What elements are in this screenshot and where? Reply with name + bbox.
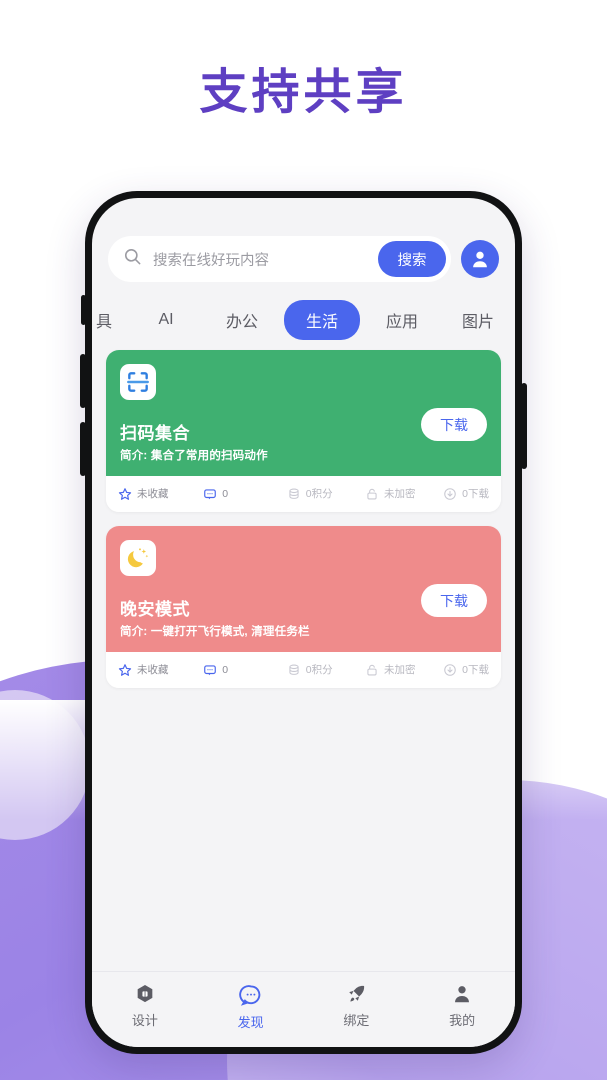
download-button[interactable]: 下载 [421, 408, 487, 441]
bottom-navigation: 设计 发现 绑定 我的 [92, 971, 515, 1047]
nav-item-discover[interactable]: 发现 [198, 983, 304, 1031]
search-input-placeholder[interactable]: 搜索在线好玩内容 [153, 249, 367, 270]
phone-screen: 搜索在线好玩内容 搜索 具 AI 办公 生活 应用 图片 扫码集合 简介: 集合… [92, 198, 515, 1047]
phone-mute-switch [81, 295, 86, 325]
nav-label-bind: 绑定 [343, 1013, 370, 1028]
stat-comments-label: 0 [222, 663, 229, 676]
download-icon [444, 663, 456, 676]
nav-item-bind[interactable]: 绑定 [304, 983, 410, 1029]
nav-item-design[interactable]: 设计 [92, 983, 198, 1029]
app-card-description: 简介: 集合了常用的扫码动作 [120, 450, 268, 462]
tab-office[interactable]: 办公 [204, 300, 280, 340]
phone-power-button [521, 383, 527, 469]
stat-downloads-label: 0下载 [462, 488, 489, 500]
stat-favorite[interactable]: 未收藏 [118, 486, 203, 501]
person-mine-icon [455, 986, 470, 1003]
stat-points: 0积分 [287, 662, 365, 677]
phone-volume-down-button [80, 422, 86, 476]
avatar[interactable] [461, 240, 499, 278]
app-card-stats: 未收藏 0 0积分 未加密 0下载 [106, 652, 501, 688]
search-bar: 搜索在线好玩内容 搜索 [92, 236, 515, 282]
qr-scan-icon [120, 364, 156, 400]
tab-life[interactable]: 生活 [284, 300, 361, 340]
database-icon [289, 664, 299, 675]
stat-downloads: 0下载 [443, 486, 489, 501]
stat-points: 0积分 [287, 486, 365, 501]
nav-item-mine[interactable]: 我的 [409, 983, 515, 1029]
tab-tools[interactable]: 具 [92, 300, 128, 340]
app-card-header: 晚安模式 简介: 一键打开飞行模式, 清理任务栏 下载 [106, 526, 501, 652]
stat-favorite-label: 未收藏 [137, 664, 169, 676]
stat-favorite-label: 未收藏 [137, 488, 169, 500]
rocket-bind-icon [349, 985, 365, 1002]
stat-downloads-label: 0下载 [462, 664, 489, 676]
lock-icon [367, 664, 377, 675]
hexagon-design-icon [137, 985, 153, 1003]
app-card-stats: 未收藏 0 0积分 未加密 0下载 [106, 476, 501, 512]
stat-comments[interactable]: 0 [203, 663, 287, 677]
tab-ai[interactable]: AI [128, 303, 204, 337]
star-icon [118, 663, 132, 676]
stat-comments-label: 0 [222, 487, 229, 500]
nav-label-design: 设计 [131, 1013, 158, 1028]
app-card-description: 简介: 一键打开飞行模式, 清理任务栏 [120, 626, 310, 638]
stat-encryption: 未加密 [365, 486, 443, 501]
stat-comments[interactable]: 0 [203, 487, 287, 501]
tab-images[interactable]: 图片 [440, 300, 515, 340]
stat-encryption: 未加密 [365, 662, 443, 677]
database-icon [289, 488, 299, 499]
user-avatar-icon [473, 251, 487, 268]
card-list: 扫码集合 简介: 集合了常用的扫码动作 下载 未收藏 0 0积分 未加密 0下载… [92, 341, 515, 971]
nav-label-mine: 我的 [449, 1013, 476, 1028]
search-button[interactable]: 搜索 [378, 241, 446, 277]
phone-volume-up-button [80, 354, 86, 408]
category-tabs: 具 AI 办公 生活 应用 图片 [92, 299, 515, 341]
stat-encryption-label: 未加密 [383, 488, 416, 500]
app-card[interactable]: 晚安模式 简介: 一键打开飞行模式, 清理任务栏 下载 未收藏 0 0积分 未加… [106, 526, 501, 688]
moon-stars-icon [120, 540, 156, 576]
app-card[interactable]: 扫码集合 简介: 集合了常用的扫码动作 下载 未收藏 0 0积分 未加密 0下载 [106, 350, 501, 512]
stat-favorite[interactable]: 未收藏 [118, 662, 203, 677]
search-icon [123, 247, 142, 271]
phone-mockup: 搜索在线好玩内容 搜索 具 AI 办公 生活 应用 图片 扫码集合 简介: 集合… [80, 191, 527, 1054]
comment-icon [204, 488, 217, 499]
comment-icon [204, 664, 217, 675]
stat-encryption-label: 未加密 [383, 664, 416, 676]
nav-label-discover: 发现 [237, 1015, 264, 1030]
tab-apps[interactable]: 应用 [364, 300, 440, 340]
download-button[interactable]: 下载 [421, 584, 487, 617]
chat-discover-icon [238, 985, 260, 1006]
page-title: 支持共享 [199, 64, 408, 120]
download-icon [444, 487, 456, 500]
search-field[interactable]: 搜索在线好玩内容 搜索 [108, 236, 451, 282]
app-card-header: 扫码集合 简介: 集合了常用的扫码动作 下载 [106, 350, 501, 476]
stat-downloads: 0下载 [443, 662, 489, 677]
stat-points-label: 0积分 [305, 664, 333, 676]
star-icon [118, 487, 132, 500]
lock-icon [367, 488, 377, 499]
stat-points-label: 0积分 [305, 488, 333, 500]
